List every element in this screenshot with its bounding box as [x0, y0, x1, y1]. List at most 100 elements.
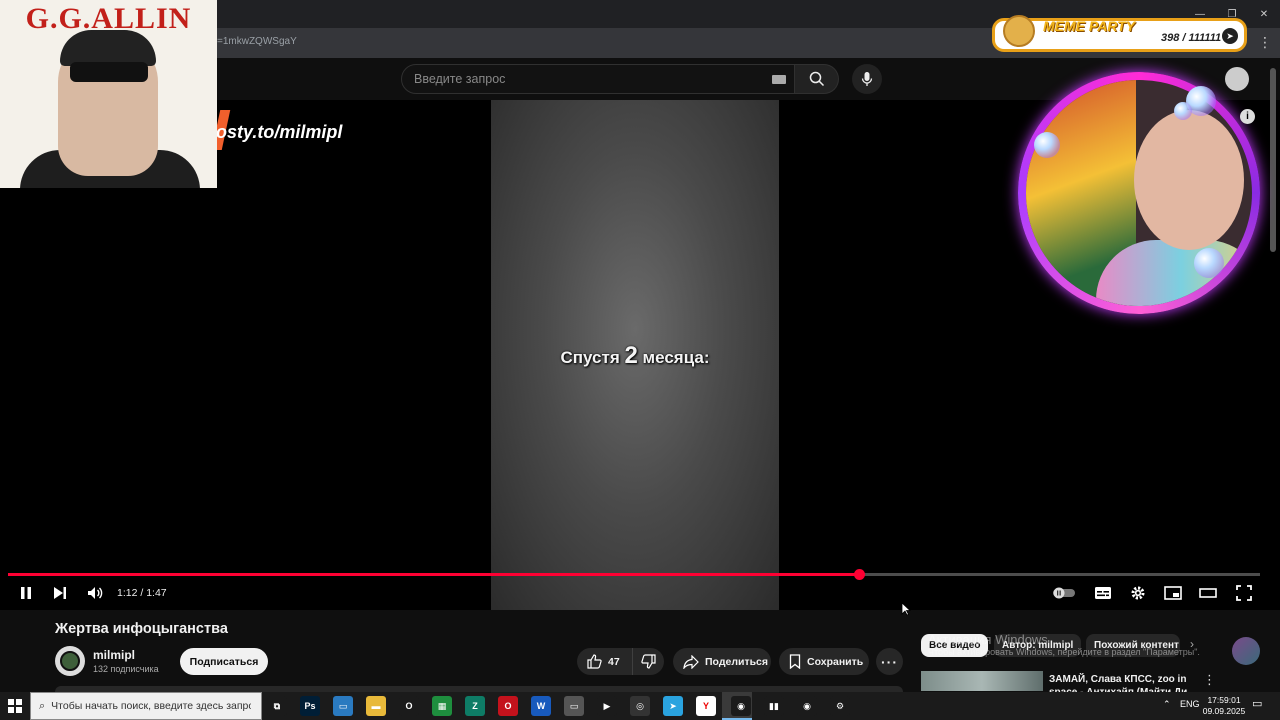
chevron-up-icon[interactable]: ⌃: [1163, 699, 1171, 710]
fullscreen-icon: [1236, 585, 1252, 601]
subtitles-icon: [1095, 587, 1111, 599]
boosty-watermark: osty.to/milmipl: [216, 122, 343, 142]
sunglasses-icon: [70, 62, 148, 82]
theater-mode-button[interactable]: [1196, 582, 1220, 604]
autoplay-toggle-icon: [1053, 587, 1075, 599]
channel-avatar[interactable]: [55, 646, 85, 676]
photoshop-icon[interactable]: Ps: [300, 696, 320, 716]
bubble-icon: [1034, 132, 1060, 158]
channel-watermark-avatar[interactable]: [1232, 637, 1260, 665]
notes-icon[interactable]: Z: [465, 696, 485, 716]
bubble-icon: [1194, 248, 1224, 278]
more-vertical-icon[interactable]: ⋮: [1203, 672, 1216, 688]
overlay-text-post: месяца:: [637, 348, 710, 367]
close-button[interactable]: ✕: [1248, 0, 1280, 28]
opera-gx-icon[interactable]: O: [399, 696, 419, 716]
chrome-alt-icon[interactable]: ◉: [797, 696, 817, 716]
channel-avatar-image: [60, 651, 80, 671]
miniplayer-button[interactable]: [1161, 582, 1185, 604]
info-icon[interactable]: i: [1240, 109, 1255, 124]
bubble-icon: [1174, 102, 1192, 120]
notifications-icon[interactable]: ▭: [1252, 697, 1262, 710]
browser-icon[interactable]: ◎: [630, 696, 650, 716]
video-frame[interactable]: Спустя 2 месяца:: [491, 100, 779, 610]
overlay-text-number: 2: [624, 342, 638, 369]
language-indicator[interactable]: ENG: [1180, 699, 1200, 709]
bars-app-icon[interactable]: ▮▮: [764, 696, 784, 716]
fullscreen-button[interactable]: [1232, 582, 1256, 604]
play-store-icon[interactable]: ▶: [597, 696, 617, 716]
search-button[interactable]: [795, 64, 839, 94]
more-horizontal-icon: ···: [881, 653, 898, 670]
windows-taskbar: ⌕ ⧉Ps▭▬O▦ZOW▭▶◎➤Y◉▮▮◉⚙ ⌃ ENG 17:59:01 09…: [0, 692, 1280, 720]
subscribe-button[interactable]: Подписаться: [180, 648, 268, 675]
search-input[interactable]: [402, 65, 762, 93]
paper-plane-icon: ➤: [1222, 28, 1238, 44]
sheets-icon[interactable]: ▦: [432, 696, 452, 716]
taskbar-search-input[interactable]: [51, 700, 252, 712]
volume-button[interactable]: [83, 582, 107, 604]
miniplayer-icon: [1164, 586, 1182, 600]
taskbar-search[interactable]: ⌕: [30, 692, 262, 720]
steam-like-icon[interactable]: ⚙: [830, 696, 850, 716]
share-icon: [683, 654, 699, 669]
taskbar-clock[interactable]: 17:59:01 09.09.2025: [1202, 695, 1246, 717]
windows-activation-watermark: Активация Windows Чтобы активировать Win…: [928, 632, 1200, 657]
save-button[interactable]: Сохранить: [779, 648, 869, 675]
webcam-person-face: [1134, 110, 1244, 250]
telegram-icon[interactable]: ➤: [663, 696, 683, 716]
volume-icon: [88, 587, 103, 599]
microphone-icon: [861, 72, 873, 86]
voice-search-button[interactable]: [852, 64, 882, 94]
meme-party-widget: MEME PARTY 398 / 111111 ➤: [992, 15, 1247, 52]
activation-line-2: Чтобы активировать Windows, перейдите в …: [928, 647, 1200, 657]
search-box: [401, 64, 795, 94]
yandex-icon[interactable]: Y: [696, 696, 716, 716]
like-count: 47: [608, 655, 620, 668]
pause-button[interactable]: [14, 582, 38, 604]
keyboard-icon[interactable]: [772, 75, 786, 84]
overlay-text-pre: Спустя: [560, 348, 625, 367]
folder-icon[interactable]: ▬: [366, 696, 386, 716]
meme-party-title: MEME PARTY: [1043, 18, 1136, 34]
autoplay-toggle[interactable]: [1052, 582, 1076, 604]
progress-scrubber-handle[interactable]: [854, 569, 865, 580]
poster-title: G.G.ALLIN: [25, 2, 192, 35]
poster-overlay: G.G.ALLIN: [0, 0, 217, 188]
skip-next-icon: [54, 587, 66, 599]
dislike-button[interactable]: [633, 648, 663, 675]
channel-name[interactable]: milmipl: [93, 648, 135, 662]
screen-icon[interactable]: ▭: [333, 696, 353, 716]
time-display: 1:12 / 1:47: [117, 587, 167, 599]
windows-start-icon[interactable]: [8, 699, 22, 713]
recommendation-title[interactable]: ЗАМАЙ, Слава КПСС, zoo in space - Антиха…: [1049, 673, 1191, 693]
url-text[interactable]: v=1mkwZQWSgaY: [212, 36, 297, 47]
share-label: Поделиться: [705, 655, 769, 668]
user-avatar[interactable]: [1225, 67, 1249, 91]
theater-mode-icon: [1199, 588, 1217, 598]
browser-menu-icon[interactable]: ⋮: [1258, 34, 1272, 51]
webcam-overlay: [1018, 72, 1260, 314]
bookmark-icon: [789, 654, 801, 669]
task-view-icon[interactable]: ⧉: [267, 696, 287, 716]
next-button[interactable]: [48, 582, 72, 604]
settings-button[interactable]: [1126, 582, 1150, 604]
clock-time: 17:59:01: [1207, 695, 1241, 705]
opera-icon[interactable]: O: [498, 696, 518, 716]
search-icon: ⌕: [39, 699, 46, 712]
meme-party-count: 398 / 111111: [1161, 32, 1222, 44]
page-scrollbar[interactable]: [1270, 68, 1276, 252]
more-actions-button[interactable]: ···: [876, 648, 903, 675]
recommendation-thumbnail[interactable]: [921, 671, 1043, 691]
progress-played: [8, 573, 859, 576]
video-overlay-text: Спустя 2 месяца:: [491, 342, 779, 370]
search-icon: [809, 71, 824, 87]
word-icon[interactable]: W: [531, 696, 551, 716]
subscriber-count: 132 подписчика: [93, 664, 159, 674]
share-button[interactable]: Поделиться: [673, 648, 771, 675]
subtitles-button[interactable]: [1091, 582, 1115, 604]
progress-bar[interactable]: [8, 569, 1260, 580]
app-window-icon[interactable]: ▭: [564, 696, 584, 716]
chrome-icon[interactable]: ◉: [731, 696, 751, 716]
like-button[interactable]: 47: [577, 648, 633, 675]
